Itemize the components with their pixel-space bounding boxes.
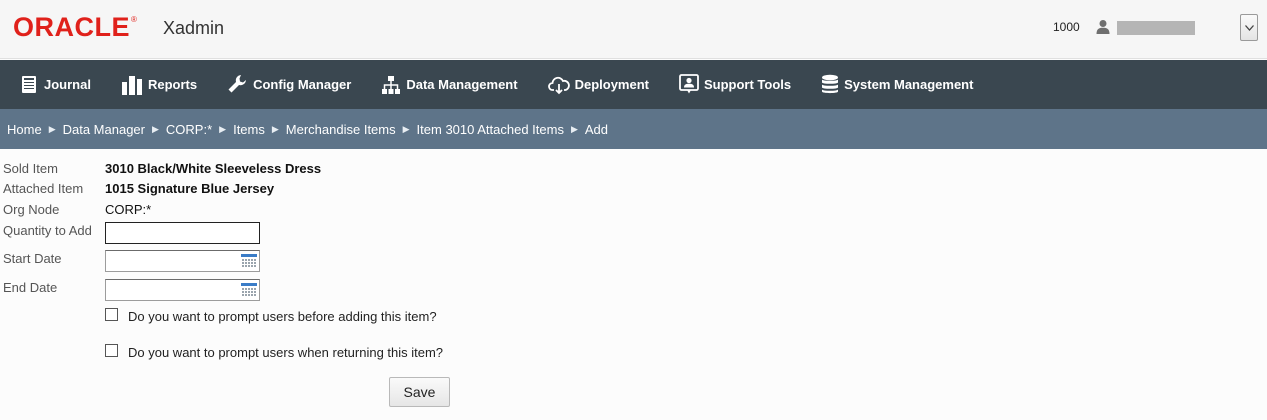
bar-chart-icon [121, 75, 142, 95]
nav-deployment-label: Deployment [574, 77, 649, 92]
sold-item-value: 3010 Black/White Sleeveless Dress [105, 161, 322, 176]
start-date-field[interactable] [105, 250, 260, 272]
user-menu-dropdown[interactable] [1240, 14, 1258, 41]
nav-data-management[interactable]: Data Management [381, 60, 518, 109]
cloud-download-icon [547, 76, 570, 94]
app-name: Xadmin [163, 18, 225, 38]
breadcrumb-current: Add [584, 121, 609, 137]
nav-config-manager-label: Config Manager [253, 77, 352, 92]
breadcrumb-arrow-icon: ▶ [402, 123, 410, 134]
app-header: ORACLE® Xadmin 1000 [0, 0, 1267, 59]
nav-config-manager[interactable]: Config Manager [227, 60, 351, 109]
nav-data-management-label: Data Management [406, 77, 518, 92]
chevron-down-icon [1244, 24, 1254, 31]
nav-reports-label: Reports [147, 77, 198, 92]
nav-journal-label: Journal [44, 77, 91, 92]
breadcrumb-home[interactable]: Home [7, 122, 42, 137]
breadcrumb-data-manager[interactable]: Data Manager [63, 122, 145, 137]
prompt-return-checkbox[interactable] [105, 344, 118, 357]
book-icon [22, 76, 36, 93]
oracle-logo: ORACLE® [13, 12, 138, 42]
nav-journal[interactable]: Journal [20, 60, 91, 109]
breadcrumb-attached-items[interactable]: Item 3010 Attached Items [417, 122, 564, 137]
sold-item-label: Sold Item [3, 161, 58, 176]
calendar-icon[interactable] [241, 254, 257, 269]
breadcrumb-org-node[interactable]: CORP:* [166, 122, 212, 137]
nav-reports[interactable]: Reports [121, 60, 197, 109]
start-date-input[interactable] [106, 251, 234, 271]
attached-item-value: 1015 Signature Blue Jersey [105, 181, 275, 196]
attached-item-label: Attached Item [3, 181, 84, 196]
save-button[interactable]: Save [389, 377, 450, 407]
org-node-label: Org Node [3, 202, 60, 217]
end-date-label: End Date [3, 280, 58, 295]
prompt-add-checkbox[interactable] [105, 308, 118, 321]
breadcrumb: Home ▶ Data Manager ▶ CORP:* ▶ Items ▶ M… [0, 109, 1267, 149]
breadcrumb-arrow-icon: ▶ [219, 123, 227, 134]
nav-support-tools[interactable]: Support Tools [679, 60, 791, 109]
main-nav: Journal Reports Config Manager Data Mana… [0, 60, 1267, 109]
quantity-label: Quantity to Add [3, 223, 92, 238]
prompt-add-label: Do you want to prompt users before addin… [128, 309, 437, 324]
user-name[interactable] [1117, 21, 1195, 35]
person-icon[interactable] [1095, 19, 1111, 35]
prompt-return-label: Do you want to prompt users when returni… [128, 345, 444, 360]
end-date-input[interactable] [106, 280, 234, 300]
breadcrumb-arrow-icon: ▶ [570, 123, 578, 134]
breadcrumb-arrow-icon: ▶ [271, 123, 279, 134]
breadcrumb-merchandise-items[interactable]: Merchandise Items [286, 122, 396, 137]
breadcrumb-items[interactable]: Items [233, 122, 265, 137]
wrench-icon [228, 75, 247, 93]
nav-system-management[interactable]: System Management [821, 60, 973, 109]
breadcrumb-arrow-icon: ▶ [48, 123, 56, 134]
support-icon [679, 74, 699, 94]
breadcrumb-arrow-icon: ▶ [152, 123, 159, 134]
store-number: 1000 [1053, 20, 1080, 34]
start-date-label: Start Date [3, 251, 62, 266]
org-node-value: CORP:* [105, 202, 152, 217]
attached-item-form: Sold Item 3010 Black/White Sleeveless Dr… [0, 149, 1267, 420]
hierarchy-icon [382, 75, 401, 94]
end-date-field[interactable] [105, 279, 260, 301]
calendar-icon[interactable] [241, 283, 257, 298]
nav-system-management-label: System Management [844, 77, 974, 92]
nav-support-tools-label: Support Tools [703, 77, 792, 92]
quantity-input[interactable] [105, 222, 260, 244]
database-icon [822, 74, 839, 94]
nav-deployment[interactable]: Deployment [547, 60, 649, 109]
